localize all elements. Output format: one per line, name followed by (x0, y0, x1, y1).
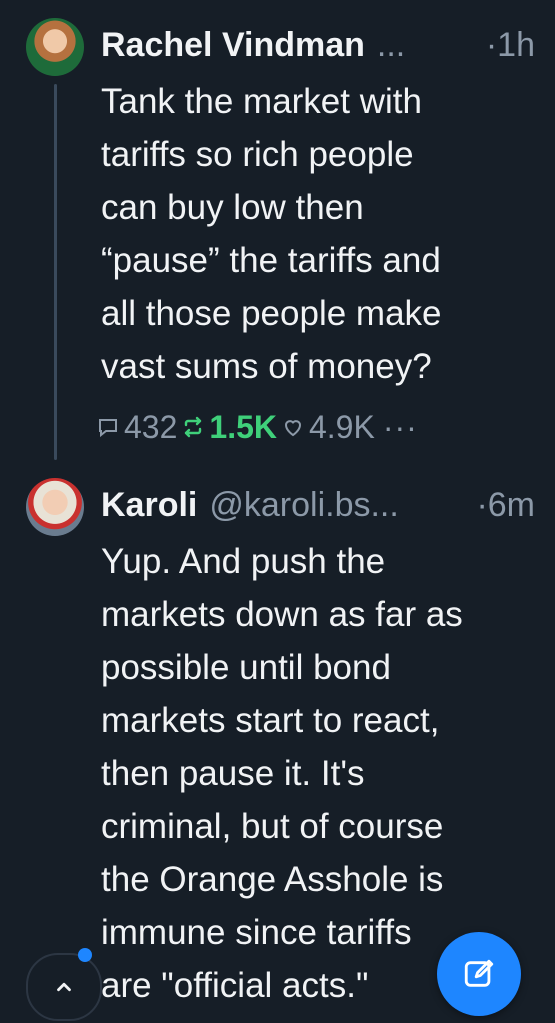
repost-count: 1.5K (209, 408, 277, 445)
time-separator: · (485, 25, 498, 64)
post-body: Tank the market with tariffs so rich peo… (101, 75, 541, 393)
post-line: Tank the market with (101, 82, 422, 121)
repost-arrows-icon (185, 416, 202, 438)
heart-icon (284, 420, 301, 437)
author-name[interactable]: Karoli (101, 486, 197, 525)
reply-count: 432 (124, 408, 178, 445)
time-separator: · (476, 485, 488, 524)
post-line: can buy low then (101, 188, 364, 227)
compose-icon (464, 959, 494, 987)
author-handle[interactable]: @karoli.bs... (209, 486, 398, 525)
time-value: 6m (487, 485, 535, 524)
post-time: ·6m (462, 486, 535, 525)
post-header: Karoli @karoli.bs... ·6m (101, 482, 535, 528)
post-time: ·1h (472, 26, 535, 65)
compose-button[interactable] (437, 932, 521, 1016)
post-line: Yup. And push the (101, 542, 386, 581)
author-name[interactable]: Rachel Vindman (101, 26, 365, 65)
post-line: vast sums of money? (101, 347, 432, 386)
post-line: “pause” the tariffs and (101, 241, 441, 280)
post-line: then pause it. It's (101, 754, 365, 793)
post-line: markets start to react, (101, 701, 440, 740)
avatar[interactable] (26, 18, 84, 76)
avatar[interactable] (26, 478, 84, 536)
unread-dot (78, 948, 92, 962)
time-value: 1h (497, 25, 535, 64)
like-button[interactable]: 4.9K (281, 409, 375, 446)
speech-bubble-icon (99, 419, 117, 438)
reply-button[interactable]: 432 (96, 409, 177, 446)
thread-connector-line (54, 84, 57, 460)
author-handle[interactable]: ... (377, 26, 405, 65)
post-header: Rachel Vindman ... ·1h (101, 22, 535, 68)
post-line: criminal, but of course (101, 807, 444, 846)
repost-button[interactable]: 1.5K (181, 409, 277, 446)
more-options-button[interactable]: ··· (383, 409, 418, 446)
post-line: tariffs so rich people (101, 135, 414, 174)
post-line: possible until bond (101, 648, 391, 687)
thread-view: Rachel Vindman ... ·1h Tank the market w… (0, 0, 555, 1023)
post-line: all those people make (101, 294, 442, 333)
post-line: markets down as far as (101, 595, 463, 634)
post-line: the Orange Asshole is (101, 860, 444, 899)
chevron-up-icon (57, 982, 71, 992)
post-actions: 432 1.5K 4.9K ··· (96, 405, 418, 449)
like-count: 4.9K (308, 408, 375, 445)
scroll-to-top-button[interactable] (26, 953, 102, 1021)
